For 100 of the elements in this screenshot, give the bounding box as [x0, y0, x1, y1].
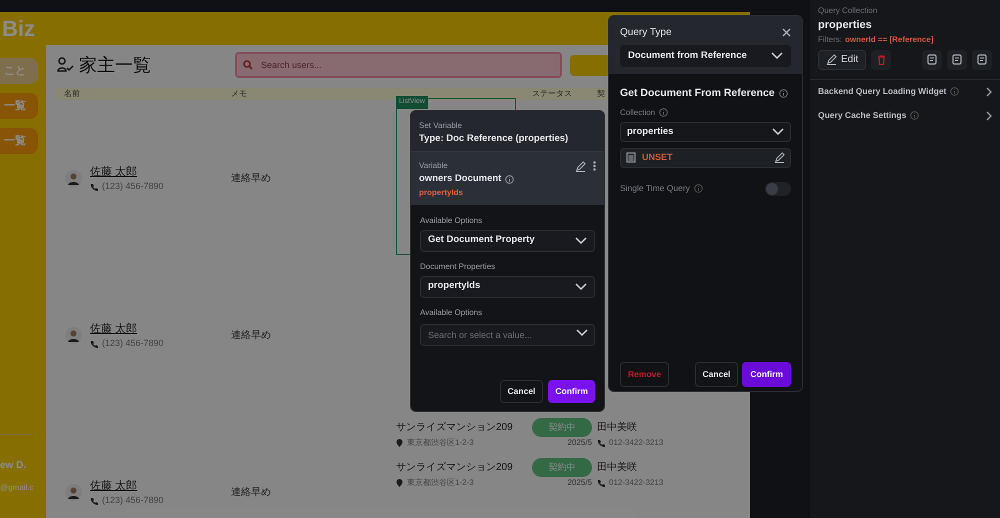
chevron-right-icon [986, 86, 992, 96]
edit-button[interactable]: Edit [818, 50, 866, 70]
page-title: 家主一覧 [79, 54, 152, 76]
column-header: メモ [231, 88, 248, 100]
section-title: Get Document From Reference [620, 86, 775, 101]
property-name: サンライズマンション209 [396, 461, 514, 475]
dialog-label: Set Variable [419, 120, 463, 132]
dialog-title: Type: Doc Reference (properties) [419, 132, 570, 146]
collection-dropdown[interactable]: properties [620, 122, 791, 142]
phone-icon [597, 479, 605, 487]
field-label: Available Options [420, 306, 484, 318]
column-header: ステータス [532, 88, 573, 100]
info-icon [950, 87, 960, 96]
chevron-down-icon [771, 52, 783, 60]
toolbar-button[interactable] [922, 50, 942, 70]
status-badge: 契約中 [532, 458, 592, 477]
variable-name: owners Document [419, 172, 502, 186]
reference-value: UNSET [642, 151, 674, 164]
contract-date: 2025/5 [568, 437, 592, 449]
field-label: Collection [620, 106, 656, 119]
chevron-down-icon [772, 128, 784, 136]
confirm-button[interactable]: Confirm [742, 362, 791, 387]
pencil-icon[interactable] [575, 160, 586, 172]
info-icon [505, 174, 514, 184]
column-header: 名前 [64, 88, 81, 100]
pin-icon [396, 478, 403, 488]
info-icon [659, 108, 668, 118]
dropdown[interactable]: propertyIds [420, 276, 595, 298]
copy-icon [952, 54, 962, 65]
document-icon [977, 54, 987, 65]
pencil-icon[interactable] [774, 152, 785, 164]
search-icon [243, 60, 253, 70]
toggle-label: Single Time Query [620, 182, 690, 196]
settings-row[interactable]: Query Cache Settings [818, 104, 992, 128]
contact-phone: 012-3422-3213 [609, 437, 664, 449]
user-name: ew D. [0, 459, 28, 473]
query-type-dropdown[interactable]: Document from Reference [620, 45, 791, 67]
confirm-button[interactable]: Confirm [548, 380, 595, 403]
owner-name[interactable]: 佐藤 太郎 [90, 320, 164, 337]
memo-text: 連絡早め [231, 328, 271, 343]
action-button[interactable] [570, 54, 610, 76]
chevron-down-icon [576, 328, 588, 336]
avatar [65, 484, 82, 501]
avatar [65, 327, 82, 344]
contact-name: 田中美咲 [597, 420, 638, 435]
delete-button[interactable] [871, 50, 892, 70]
property-address: 東京都渋谷区1-2-3 [407, 437, 474, 449]
chevron-down-icon [575, 282, 587, 290]
panel-label: Query Collection [818, 5, 878, 17]
list-icon [626, 152, 636, 164]
cancel-button[interactable]: Cancel [500, 380, 544, 403]
search-field[interactable]: Search users... [235, 52, 562, 78]
info-icon [910, 111, 920, 120]
close-icon[interactable] [782, 28, 791, 37]
copy-icon [927, 54, 937, 65]
field-label: Available Options [420, 214, 484, 226]
dropdown[interactable]: Get Document Property [420, 230, 595, 252]
user-email: @gmail.c [0, 482, 34, 494]
status-badge: 契約中 [532, 418, 592, 437]
owner-name[interactable]: 佐藤 太郎 [90, 164, 164, 180]
toggle-switch[interactable] [765, 182, 791, 196]
property-name: サンライズマンション209 [396, 421, 514, 435]
brand-name: Biz [2, 15, 35, 43]
avatar [65, 170, 82, 187]
property-address: 東京都渋谷区1-2-3 [407, 477, 474, 489]
phone-icon [90, 496, 98, 505]
settings-row[interactable]: Backend Query Loading Widget [818, 80, 992, 104]
phone-icon [90, 340, 98, 348]
collection-name: properties [818, 18, 873, 33]
phone-icon [90, 182, 98, 191]
field-label: Document Properties [420, 260, 496, 272]
column-header: 契 [597, 88, 605, 100]
trash-icon [876, 54, 886, 64]
memo-text: 連絡早め [231, 486, 271, 500]
search-select-field[interactable]: Search or select a value... [420, 324, 595, 346]
reference-field[interactable]: UNSET [620, 148, 791, 168]
contract-date: 2025/5 [568, 477, 592, 489]
phone-icon [597, 439, 605, 447]
owner-name[interactable]: 佐藤 太郎 [90, 478, 164, 494]
variable-field: propertyIds [419, 186, 596, 198]
toolbar-button[interactable] [972, 50, 992, 70]
variable-label: Variable [419, 160, 449, 172]
user-check-icon [57, 57, 75, 73]
owner-phone: (123) 456-7890 [102, 180, 164, 193]
pin-icon [396, 438, 403, 448]
chevron-down-icon [575, 236, 587, 244]
pencil-icon[interactable] [826, 54, 837, 65]
owner-phone: (123) 456-7890 [102, 494, 164, 507]
memo-text: 連絡早め [231, 172, 271, 186]
cancel-button[interactable]: Cancel [694, 362, 738, 387]
info-icon [694, 184, 703, 194]
info-icon [778, 89, 788, 98]
filter-expression: ownerId == [Reference] [845, 34, 934, 46]
chevron-right-icon [986, 110, 992, 120]
contact-phone: 012-3422-3213 [609, 477, 664, 489]
owner-phone: (123) 456-7890 [102, 337, 164, 350]
filters-label: Filters: [818, 34, 842, 46]
toolbar-button[interactable] [947, 50, 967, 70]
dialog-title: Query Type [620, 26, 672, 40]
more-icon[interactable] [593, 161, 596, 172]
